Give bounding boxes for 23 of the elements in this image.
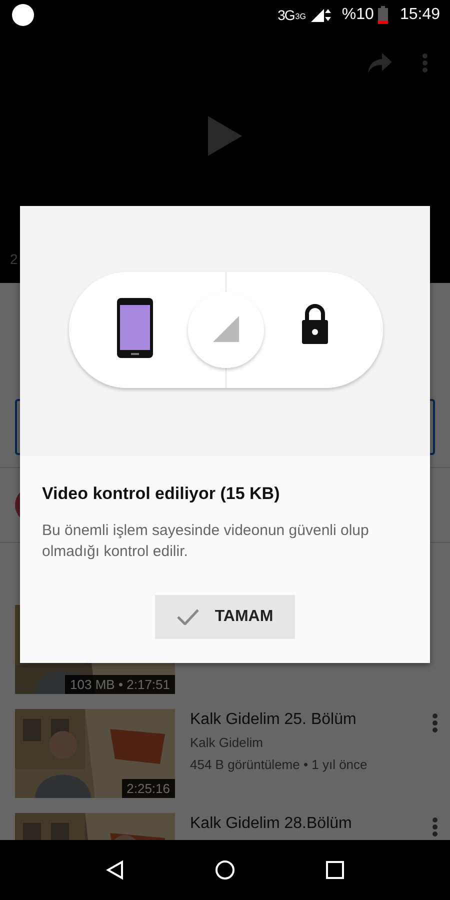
ok-button[interactable]: TAMAM [155, 595, 295, 639]
duration-badge: 103 MB • 2:17:51 [65, 675, 175, 694]
back-icon[interactable] [106, 860, 124, 880]
recents-icon[interactable] [326, 861, 344, 879]
network-type-small: 3G [295, 12, 306, 21]
channel-name: Kalk Gidelim [190, 734, 264, 752]
video-title[interactable]: Kalk Gidelim 28.Bölüm [190, 813, 432, 835]
battery-percent: %10 [342, 6, 374, 24]
check-icon [176, 609, 199, 625]
video-title[interactable]: Kalk Gidelim 25. Bölüm [190, 709, 432, 731]
notification-dot-icon [12, 4, 34, 26]
clock: 15:49 [400, 6, 440, 24]
video-stats: 454 B görüntüleme • 1 yıl önce [190, 756, 368, 774]
battery-icon [378, 6, 388, 24]
duration-badge: 2:25:16 [122, 779, 175, 798]
home-icon[interactable] [214, 860, 235, 880]
player-caption: 2 [10, 251, 18, 267]
network-type: 3G [278, 7, 294, 23]
more-icon[interactable] [432, 713, 438, 733]
dialog-message: Bu önemli işlem sayesinde videonun güvenli olup olmadığı kontrol edilir. [42, 521, 370, 562]
more-icon[interactable] [432, 817, 438, 837]
dialog-title: Video kontrol ediliyor (15 KB) [42, 484, 281, 504]
signal-icon [310, 8, 332, 22]
